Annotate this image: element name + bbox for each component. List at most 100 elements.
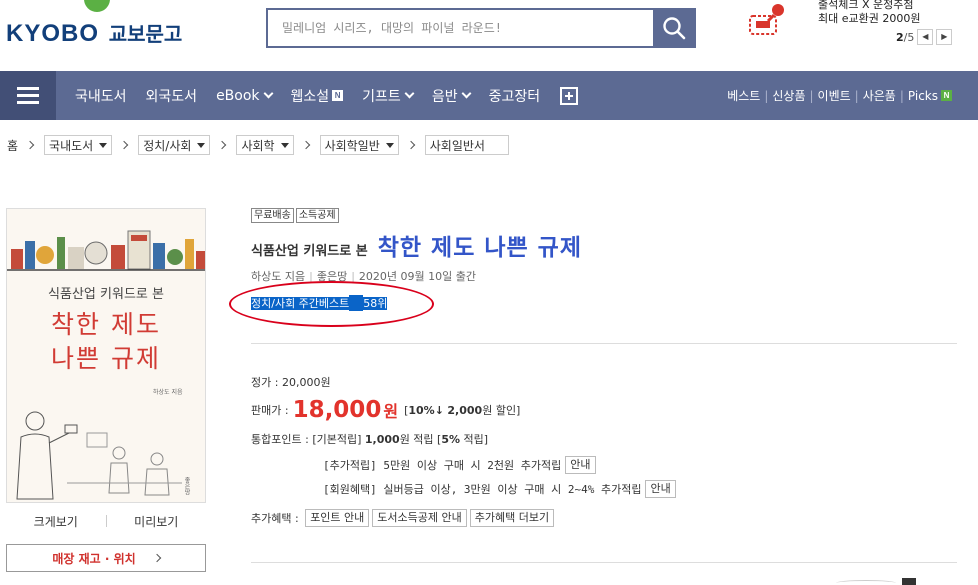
preview-link[interactable]: 미리보기 bbox=[107, 513, 207, 530]
chevron-right-icon bbox=[152, 553, 161, 563]
nav-gift[interactable]: 기프트 bbox=[362, 86, 415, 106]
main-nav: 국내도서 외국도서 eBook 웹소설 N 기프트 음반 중고장터 베스트 | 신상… bbox=[0, 71, 978, 120]
nav-gifts[interactable]: 사은품 bbox=[863, 87, 896, 104]
breadcrumb-select-2[interactable]: 정치/사회 bbox=[138, 135, 211, 155]
promo-pager: 2 /5 ◀ ▶ bbox=[896, 29, 953, 45]
kyobo-logo[interactable]: KYOBO 교보문고 bbox=[6, 0, 186, 50]
extra-points-text: [추가적립] 5만원 이상 구매 시 2천원 추가적립 bbox=[323, 459, 562, 472]
nav-new[interactable]: 신상품 bbox=[772, 87, 805, 104]
stamp-icon bbox=[749, 4, 784, 35]
breadcrumb-select-1[interactable]: 국내도서 bbox=[44, 135, 113, 155]
cover-title-line-2: 나쁜 규제 bbox=[51, 344, 161, 373]
chevron-down-icon bbox=[263, 88, 273, 99]
nav-foreign-books[interactable]: 외국도서 bbox=[146, 86, 198, 106]
cover-author: 하상도 지음 bbox=[153, 389, 183, 396]
cover-subtitle: 식품산업 키워드로 본 bbox=[48, 287, 164, 302]
more-benefits-button[interactable]: 추가혜택 더보기 bbox=[469, 509, 555, 527]
sale-price: 18,000 bbox=[292, 397, 382, 423]
extra-points-guide-button[interactable]: 안내 bbox=[565, 456, 596, 474]
list-price-row: 정가 : 20,000원 bbox=[251, 376, 331, 389]
bestseller-category: 정치/사회 주간베스트 bbox=[251, 297, 350, 310]
member-points-row: [회원혜택] 실버등급 이상, 3만원 이상 구매 시 2~4% 추가적립 안내 bbox=[323, 480, 676, 498]
pager-next-button[interactable]: ▶ bbox=[936, 29, 953, 45]
breadcrumb-home[interactable]: 홈 bbox=[7, 137, 18, 154]
chevron-down-icon bbox=[404, 88, 415, 99]
decorative-arc bbox=[836, 580, 896, 585]
zoom-view-link[interactable]: 크게보기 bbox=[6, 513, 106, 530]
chevron-down-icon bbox=[461, 88, 472, 99]
book-title: 착한 제도 나쁜 규제 bbox=[377, 235, 583, 261]
logo-text: KYOBO 교보문고 bbox=[6, 20, 183, 47]
nav-web-novel[interactable]: 웹소설 N bbox=[291, 86, 344, 106]
discount-percent: 10%↓ bbox=[408, 403, 444, 417]
chevron-right-icon bbox=[301, 140, 310, 150]
pager-total: /5 bbox=[903, 30, 915, 44]
nav-used-market[interactable]: 중고장터 bbox=[489, 86, 541, 106]
breadcrumb-select-3[interactable]: 사회학 bbox=[236, 135, 294, 155]
new-badge: N bbox=[941, 90, 952, 101]
author-link[interactable]: 하상도 지음 bbox=[251, 270, 305, 283]
hamburger-menu-icon[interactable] bbox=[0, 71, 56, 120]
plus-icon[interactable] bbox=[560, 86, 579, 105]
nav-music[interactable]: 음반 bbox=[432, 86, 472, 106]
nav-best[interactable]: 베스트 bbox=[727, 87, 760, 104]
discount-amount: 2,000 bbox=[447, 403, 483, 417]
promo-line-2: 최대 e교환권 2000원 bbox=[818, 12, 921, 25]
nav-event[interactable]: 이벤트 bbox=[818, 87, 851, 104]
cover-illustration-top bbox=[7, 209, 205, 273]
tax-deduction-tag: 소득공제 bbox=[295, 208, 339, 223]
dropdown-arrow-icon bbox=[385, 142, 394, 148]
breadcrumb-select-5[interactable]: 사회일반서 bbox=[424, 135, 509, 155]
chevron-right-icon bbox=[25, 140, 35, 150]
book-tax-deduction-guide-button[interactable]: 도서소득공제 안내 bbox=[372, 509, 467, 527]
section-divider bbox=[251, 562, 957, 563]
member-points-guide-button[interactable]: 안내 bbox=[645, 480, 676, 498]
discount-tail: 원 할인] bbox=[482, 404, 521, 417]
store-stock-button[interactable]: 매장 재고 · 위치 bbox=[6, 544, 206, 572]
nav-right-links: 베스트 | 신상품 | 이벤트 | 사은품 | Picks N bbox=[727, 71, 952, 120]
search-button[interactable] bbox=[653, 10, 694, 46]
free-shipping-tag: 무료배송 bbox=[251, 208, 294, 223]
search-icon bbox=[662, 17, 685, 40]
chevron-right-icon bbox=[218, 140, 227, 150]
pager-current: 2 bbox=[896, 30, 904, 44]
publisher-link[interactable]: 좋은땅 bbox=[317, 270, 347, 283]
sale-price-row: 판매가 : 18,000 원 [10%↓ 2,000 원 할인] bbox=[251, 397, 521, 423]
chevron-right-icon bbox=[406, 140, 416, 150]
book-cover[interactable]: 식품산업 키워드로 본 착한 제도 나쁜 규제 하상도 지음 좋은땅 bbox=[6, 208, 206, 503]
member-points-text: [회원혜택] 실버등급 이상, 3만원 이상 구매 시 2~4% 추가적립 bbox=[323, 483, 642, 496]
selection-gap bbox=[349, 295, 364, 311]
cover-title-line-1: 착한 제도 bbox=[51, 310, 161, 339]
search-box bbox=[266, 8, 696, 48]
dropdown-arrow-icon bbox=[99, 142, 108, 148]
bestseller-rank[interactable]: 정치/사회 주간베스트 58위 bbox=[251, 295, 388, 311]
decorative-block bbox=[902, 578, 916, 585]
dropdown-arrow-icon bbox=[197, 142, 206, 148]
extra-points-row: [추가적립] 5만원 이상 구매 시 2천원 추가적립 안내 bbox=[323, 456, 596, 474]
nav-domestic-books[interactable]: 국내도서 bbox=[75, 86, 127, 106]
book-tags: 무료배송 소득공제 bbox=[251, 208, 339, 223]
pager-prev-button[interactable]: ◀ bbox=[917, 29, 934, 45]
book-subtitle: 식품산업 키워드로 본 bbox=[251, 244, 368, 259]
dropdown-arrow-icon bbox=[280, 142, 289, 148]
points-row: 통합포인트 : [기본적립] 1,000 원 적립 [5% 적립] bbox=[251, 432, 489, 447]
nav-ebook[interactable]: eBook bbox=[216, 88, 273, 104]
author-line: 하상도 지음 | 좋은땅 | 2020년 09월 10일 출간 bbox=[251, 270, 476, 283]
search-input[interactable] bbox=[268, 10, 653, 46]
points-guide-button[interactable]: 포인트 안내 bbox=[305, 509, 370, 527]
cover-publisher: 좋은땅 bbox=[183, 477, 190, 495]
logo-leaf-icon bbox=[84, 0, 110, 12]
book-title-row: 식품산업 키워드로 본 착한 제도 나쁜 규제 bbox=[251, 228, 582, 262]
promo-banner[interactable]: 출석체크 X 운정추첨 최대 e교환권 2000원 2 /5 ◀ ▶ bbox=[744, 0, 974, 54]
publish-date: 2020년 09월 10일 출간 bbox=[358, 270, 476, 283]
chevron-right-icon bbox=[119, 140, 129, 150]
nav-picks[interactable]: Picks bbox=[908, 89, 938, 103]
breadcrumb-select-4[interactable]: 사회학일반 bbox=[319, 135, 399, 155]
list-price: 20,000원 bbox=[281, 376, 331, 389]
bestseller-position: 58위 bbox=[363, 297, 388, 310]
cover-links: 크게보기 미리보기 bbox=[6, 513, 206, 530]
cover-illustration-bottom bbox=[16, 411, 182, 500]
section-divider bbox=[251, 343, 957, 344]
breadcrumb: 홈 국내도서 정치/사회 사회학 사회학일반 사회일반서 bbox=[7, 135, 509, 155]
extra-benefits-row: 추가혜택 : 포인트 안내 도서소득공제 안내 추가혜택 더보기 bbox=[251, 509, 555, 527]
